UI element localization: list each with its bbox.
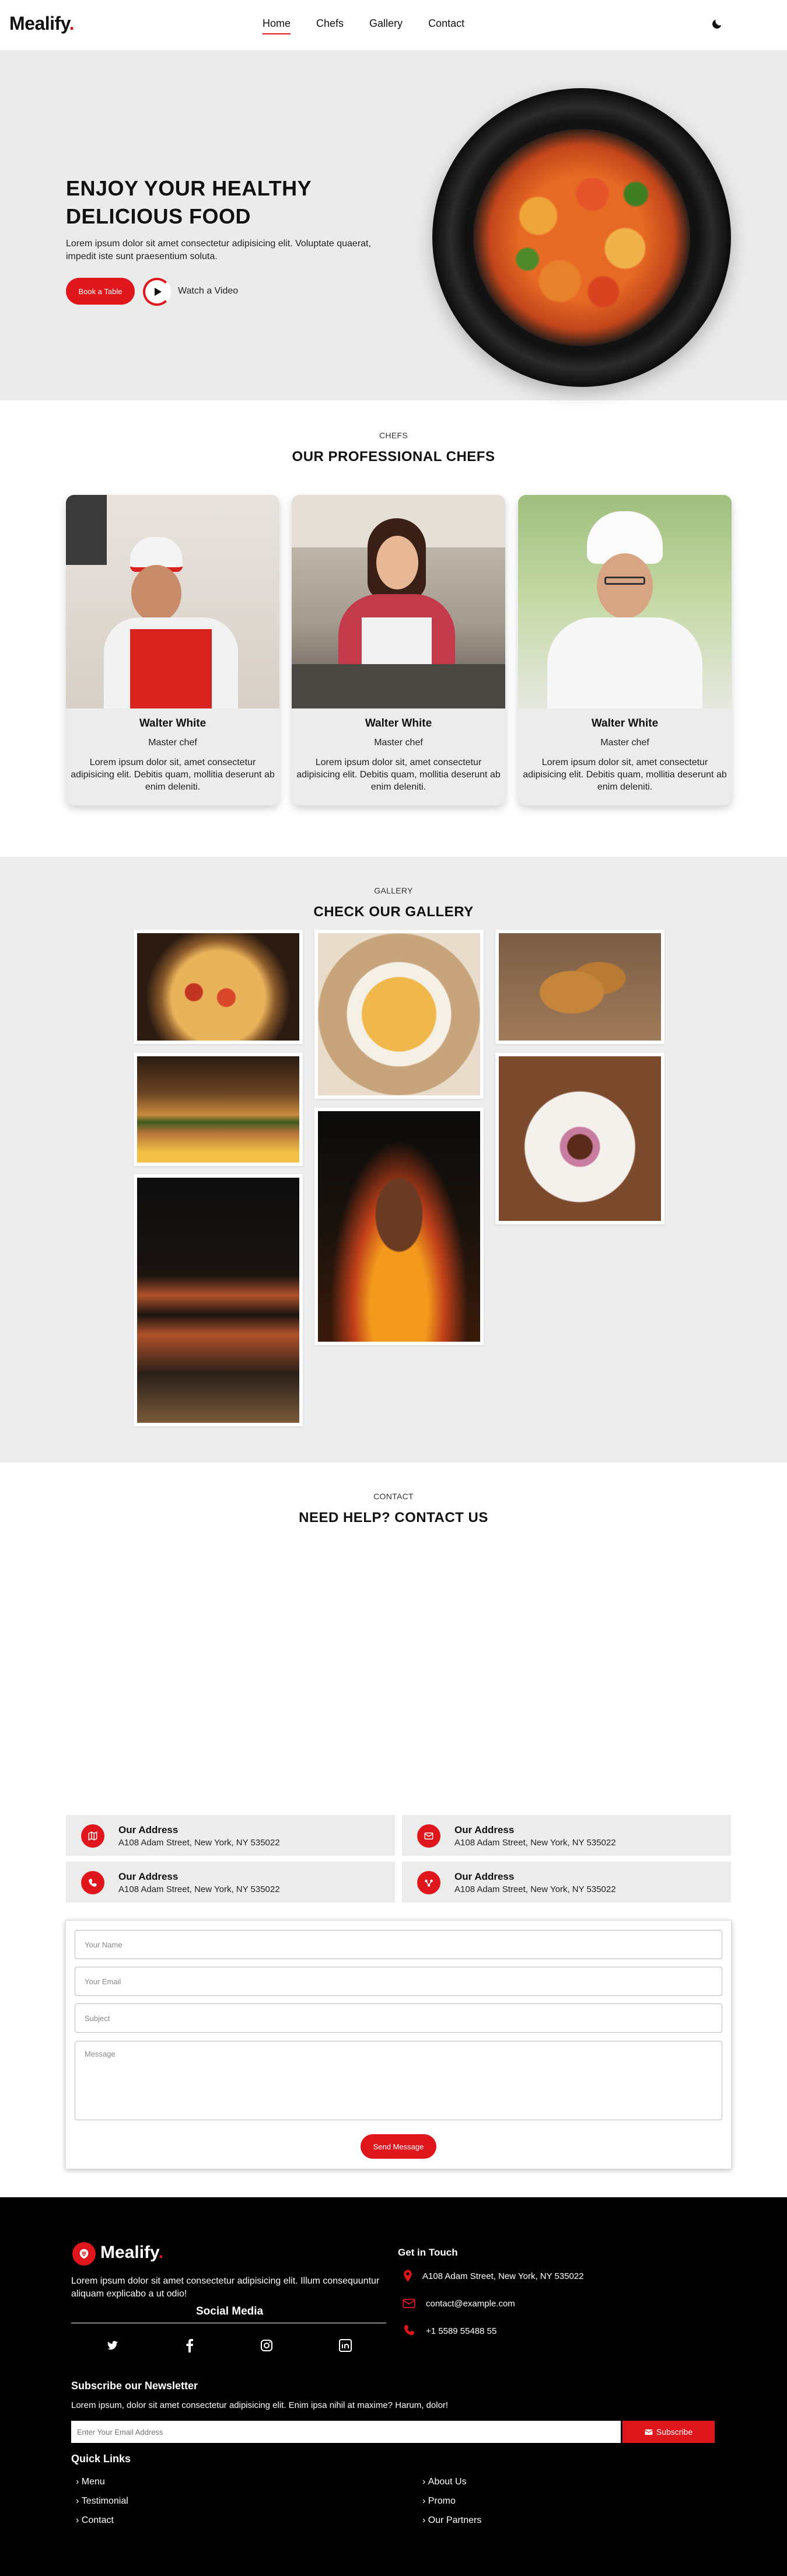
chef-name: Walter White [365,717,432,729]
footer-about-text: Lorem ipsum dolor sit amet consectetur a… [71,2276,380,2299]
chef-description: Lorem ipsum dolor sit, amet consectetur … [296,758,501,792]
contact-form: Send Message [65,1920,732,2169]
map-icon [81,1824,104,1848]
phone-icon [404,2324,415,2336]
contact-info-text: A108 Adam Street, New York, NY 535022 [118,1838,280,1848]
hero-text: Lorem ipsum dolor sit amet consectetur a… [66,239,371,261]
contact-info-title: Our Address [118,1871,179,1882]
gallery-kebab-image[interactable] [495,1053,664,1224]
contact-info-text: A108 Adam Street, New York, NY 535022 [454,1884,616,1894]
envelope-icon [645,2429,653,2435]
gallery-burger-image[interactable] [134,1053,303,1166]
footer-link-partners[interactable]: › Our Partners [422,2515,481,2526]
brand-logo[interactable]: Mealify. [9,13,75,34]
contact-info-card: Our Address A108 Adam Street, New York, … [66,1862,395,1903]
hero-food-plate-image [432,88,731,387]
quick-links-title: Quick Links [71,2453,131,2465]
chef-card: Walter White Master chef Lorem ipsum dol… [518,495,732,805]
play-video-button[interactable] [143,278,171,306]
chefs-section-label: CHEFS [379,431,408,440]
footer-link-contact[interactable]: › Contact [76,2515,114,2526]
chef-description: Lorem ipsum dolor sit, amet consectetur … [523,758,727,792]
send-message-button[interactable]: Send Message [361,2134,436,2159]
nav-contact[interactable]: Contact [428,18,464,34]
gallery-section-label: GALLERY [374,886,413,895]
hero-section: ENJOY YOUR HEALTHY DELICIOUS FOOD Lorem i… [0,50,787,400]
newsletter-title: Subscribe our Newsletter [71,2380,198,2392]
contact-info-text: A108 Adam Street, New York, NY 535022 [118,1884,280,1894]
footer-phone-link[interactable]: +1 5589 55488 55 [426,2325,496,2338]
chef-role: Master chef [374,738,423,748]
facebook-icon[interactable] [181,2337,198,2354]
gallery-grilled-steak-image[interactable] [314,1108,484,1345]
newsletter-email-input[interactable] [71,2421,621,2443]
footer-link-about[interactable]: › About Us [422,2477,467,2487]
gallery-flying-pizza-image[interactable] [134,1174,303,1426]
footer: Mealify. Lorem ipsum dolor sit amet cons… [0,2197,787,2576]
nav-home[interactable]: Home [263,18,291,34]
name-input[interactable] [75,1930,722,1959]
contact-section-label: CONTACT [373,1492,414,1501]
chef-name: Walter White [139,717,207,729]
chef-role: Master chef [600,738,649,748]
contact-info-card: Our Address A108 Adam Street, New York, … [66,1815,395,1856]
subject-input[interactable] [75,2003,722,2033]
gallery-section-title: CHECK OUR GALLERY [313,904,474,920]
footer-link-testimonial[interactable]: › Testimonial [76,2496,128,2507]
linkedin-icon[interactable] [337,2337,354,2354]
twitter-icon[interactable] [104,2337,121,2354]
share-icon [417,1871,440,1894]
social-media-title: Social Media [196,2305,264,2317]
book-table-button[interactable]: Book a Table [66,278,135,305]
food-image [473,129,690,346]
footer-link-promo[interactable]: › Promo [422,2496,456,2507]
brand-logo-icon [72,2242,96,2266]
get-in-touch-title: Get in Touch [398,2247,458,2258]
contact-section-title: NEED HELP? CONTACT US [299,1510,488,1526]
chef-card: Walter White Master chef Lorem ipsum dol… [66,495,279,805]
contact-info-title: Our Address [118,1824,179,1835]
chef-card: Walter White Master chef Lorem ipsum dol… [292,495,505,805]
nav-menu: Home Chefs Gallery Contact [263,18,490,34]
chef-photo [292,495,505,708]
subscribe-button[interactable]: Subscribe [622,2421,715,2443]
chef-role: Master chef [148,738,197,748]
nav-gallery[interactable]: Gallery [369,18,403,34]
gallery-paella-image[interactable] [314,930,484,1099]
location-pin-icon [404,2270,412,2282]
nav-chefs[interactable]: Chefs [316,18,344,34]
message-textarea[interactable] [75,2041,722,2120]
chef-name: Walter White [591,717,659,729]
footer-address: A108 Adam Street, New York, NY 535022 [422,2271,584,2281]
chefs-section-title: OUR PROFESSIONAL CHEFS [292,449,495,465]
gallery-pizza-image[interactable] [134,930,303,1044]
play-icon [154,288,162,296]
envelope-icon [417,1824,440,1848]
subscribe-label: Subscribe [656,2427,693,2437]
navbar: Mealify. Home Chefs Gallery Contact [0,0,787,50]
gallery-fried-chicken-image[interactable] [495,930,664,1044]
moon-icon[interactable] [711,18,723,30]
gallery-section: GALLERY CHECK OUR GALLERY [0,857,787,1462]
contact-info-title: Our Address [454,1824,515,1835]
phone-icon [81,1871,104,1894]
footer-link-menu[interactable]: › Menu [76,2477,105,2487]
instagram-icon[interactable] [258,2337,275,2354]
contact-info-title: Our Address [454,1871,515,1882]
chef-photo [518,495,732,708]
newsletter-text: Lorem ipsum, dolor sit amet consectetur … [71,2400,449,2410]
watch-video-link[interactable]: Watch a Video [178,286,238,296]
chef-photo [66,495,279,708]
contact-info-text: A108 Adam Street, New York, NY 535022 [454,1838,616,1848]
contact-info-card: Our Address A108 Adam Street, New York, … [402,1815,731,1856]
envelope-icon [403,2299,415,2308]
contact-info-card: Our Address A108 Adam Street, New York, … [402,1862,731,1903]
footer-brand[interactable]: Mealify. [100,2243,163,2263]
chef-description: Lorem ipsum dolor sit, amet consectetur … [71,758,275,792]
email-input[interactable] [75,1967,722,1996]
footer-email-link[interactable]: contact@example.com [426,2298,515,2310]
hero-title: ENJOY YOUR HEALTHY DELICIOUS FOOD [66,176,312,228]
